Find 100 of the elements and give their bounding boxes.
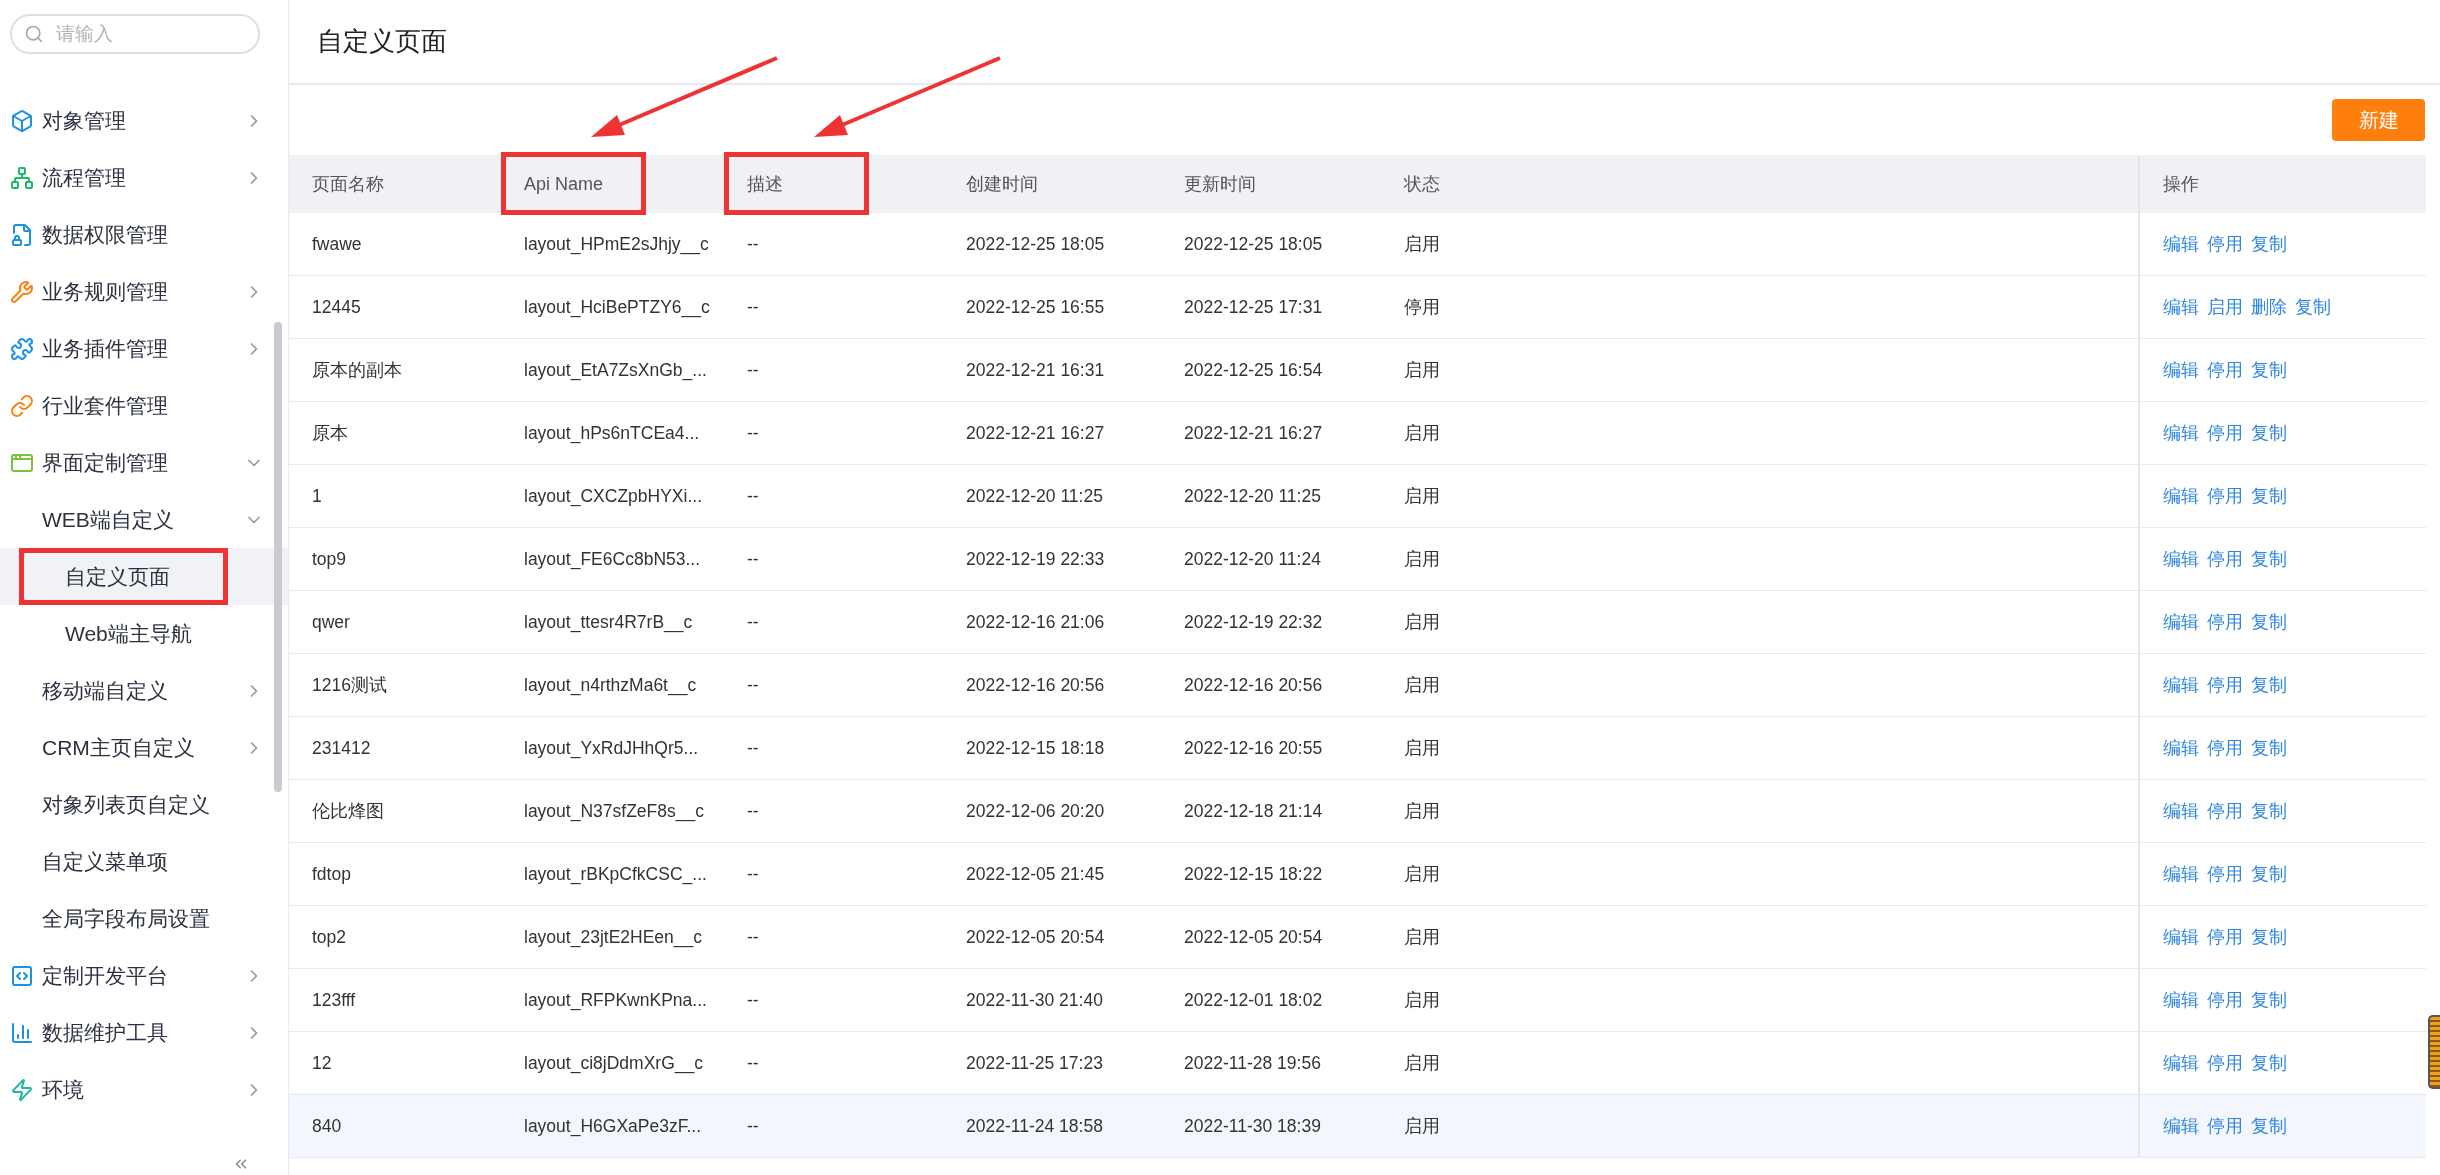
action-link[interactable]: 复制	[2295, 295, 2331, 319]
action-link[interactable]: 复制	[2251, 799, 2287, 823]
action-link[interactable]: 复制	[2251, 547, 2287, 571]
action-link[interactable]: 停用	[2207, 421, 2243, 445]
action-link[interactable]: 复制	[2251, 484, 2287, 508]
sidebar-item[interactable]: CRM主页自定义	[0, 719, 288, 776]
action-link[interactable]: 停用	[2207, 358, 2243, 382]
sidebar-item[interactable]: 行业套件管理	[0, 377, 288, 434]
cell-text: --	[747, 359, 759, 381]
action-link[interactable]: 复制	[2251, 988, 2287, 1012]
action-link[interactable]: 编辑	[2163, 232, 2199, 256]
action-link[interactable]: 复制	[2251, 358, 2287, 382]
action-link[interactable]: 复制	[2251, 862, 2287, 886]
sidebar-item[interactable]: 数据维护工具	[0, 1004, 288, 1061]
sidebar-item[interactable]: 自定义菜单项	[0, 833, 288, 890]
sidebar-item[interactable]: 数据权限管理	[0, 206, 288, 263]
action-link[interactable]: 停用	[2207, 547, 2243, 571]
new-button[interactable]: 新建	[2332, 99, 2425, 141]
action-link[interactable]: 复制	[2251, 925, 2287, 949]
action-link[interactable]: 停用	[2207, 799, 2243, 823]
action-link[interactable]: 停用	[2207, 1114, 2243, 1138]
sidebar-item-label: 界面定制管理	[42, 449, 168, 476]
action-link[interactable]: 编辑	[2163, 547, 2199, 571]
action-link[interactable]: 停用	[2207, 925, 2243, 949]
cell-text: 231412	[312, 737, 371, 759]
sidebar-item[interactable]: 自定义页面	[0, 548, 288, 605]
action-link[interactable]: 复制	[2251, 673, 2287, 697]
action-link[interactable]: 停用	[2207, 673, 2243, 697]
action-link[interactable]: 复制	[2251, 421, 2287, 445]
action-link[interactable]: 编辑	[2163, 925, 2199, 949]
cell-text: 启用	[1404, 989, 1440, 1012]
side-widget[interactable]	[2428, 1015, 2440, 1089]
cell-text: top2	[312, 926, 347, 948]
cell-text: layout_H6GXaPe3zF...	[524, 1115, 702, 1137]
page-title: 自定义页面	[317, 25, 447, 58]
action-link[interactable]: 停用	[2207, 736, 2243, 760]
action-link[interactable]: 编辑	[2163, 610, 2199, 634]
action-link[interactable]: 停用	[2207, 610, 2243, 634]
action-link[interactable]: 复制	[2251, 1114, 2287, 1138]
sidebar-item-label: 行业套件管理	[42, 392, 168, 419]
cell-text: 2022-12-16 20:55	[1184, 737, 1323, 759]
cell-text: 2022-12-19 22:33	[966, 548, 1105, 570]
cell-text: --	[747, 989, 759, 1011]
sidebar-item[interactable]: 对象管理	[0, 92, 288, 149]
sidebar-item[interactable]: 界面定制管理	[0, 434, 288, 491]
cell-text: 启用	[1404, 1052, 1440, 1075]
cell-text: 12	[312, 1052, 332, 1074]
sidebar-item-label: 数据权限管理	[42, 221, 168, 248]
sidebar-item[interactable]: Web端主导航	[0, 605, 288, 662]
action-link[interactable]: 停用	[2207, 1051, 2243, 1075]
sidebar-item[interactable]: 定制开发平台	[0, 947, 288, 1004]
cell-text: --	[747, 737, 759, 759]
cell-text: 123fff	[312, 989, 356, 1011]
sidebar-item[interactable]: 移动端自定义	[0, 662, 288, 719]
action-link[interactable]: 停用	[2207, 862, 2243, 886]
search-box[interactable]: 请输入	[10, 14, 260, 54]
sidebar-item-label: 业务规则管理	[42, 278, 168, 305]
action-link[interactable]: 编辑	[2163, 736, 2199, 760]
action-link[interactable]: 停用	[2207, 484, 2243, 508]
action-link[interactable]: 复制	[2251, 1051, 2287, 1075]
action-link[interactable]: 编辑	[2163, 1051, 2199, 1075]
menu-item-icon	[10, 279, 34, 304]
action-link[interactable]: 复制	[2251, 736, 2287, 760]
cell-text: 启用	[1404, 1115, 1440, 1138]
cell-text: 2022-12-16 20:56	[1184, 674, 1323, 696]
sidebar-item[interactable]: 流程管理	[0, 149, 288, 206]
cell-text: 2022-12-20 11:25	[1184, 485, 1321, 507]
search-icon	[24, 24, 44, 44]
action-link[interactable]: 复制	[2251, 232, 2287, 256]
sidebar-item-label: 自定义菜单项	[42, 848, 168, 875]
sidebar-item[interactable]: 环境	[0, 1061, 288, 1118]
cell-text: layout_hPs6nTCEa4...	[524, 422, 700, 444]
action-link[interactable]: 编辑	[2163, 988, 2199, 1012]
action-link[interactable]: 编辑	[2163, 421, 2199, 445]
action-link[interactable]: 复制	[2251, 610, 2287, 634]
action-link[interactable]: 编辑	[2163, 358, 2199, 382]
action-link[interactable]: 停用	[2207, 988, 2243, 1012]
sidebar-item[interactable]: 对象列表页自定义	[0, 776, 288, 833]
action-link[interactable]: 停用	[2207, 232, 2243, 256]
cell-text: 启用	[1404, 548, 1440, 571]
cell-text: 原本的副本	[312, 359, 402, 382]
menu-item-icon	[10, 222, 34, 247]
sidebar-item-label: 数据维护工具	[42, 1019, 168, 1046]
action-link[interactable]: 删除	[2251, 295, 2287, 319]
action-link[interactable]: 编辑	[2163, 1114, 2199, 1138]
cell-text: 2022-12-25 18:05	[1184, 233, 1323, 255]
action-link[interactable]: 启用	[2207, 295, 2243, 319]
action-link[interactable]: 编辑	[2163, 862, 2199, 886]
sidebar-item[interactable]: 业务规则管理	[0, 263, 288, 320]
cell-text: layout_HPmE2sJhjy__c	[524, 233, 709, 255]
action-link[interactable]: 编辑	[2163, 484, 2199, 508]
cell-text: 1216测试	[312, 674, 387, 697]
action-link[interactable]: 编辑	[2163, 799, 2199, 823]
action-link[interactable]: 编辑	[2163, 673, 2199, 697]
sidebar-item[interactable]: 全局字段布局设置	[0, 890, 288, 947]
action-link[interactable]: 编辑	[2163, 295, 2199, 319]
sidebar-item[interactable]: 业务插件管理	[0, 320, 288, 377]
sidebar-item[interactable]: WEB端自定义	[0, 491, 288, 548]
scrollbar-thumb[interactable]	[274, 322, 282, 792]
cell-text: 启用	[1404, 800, 1440, 823]
